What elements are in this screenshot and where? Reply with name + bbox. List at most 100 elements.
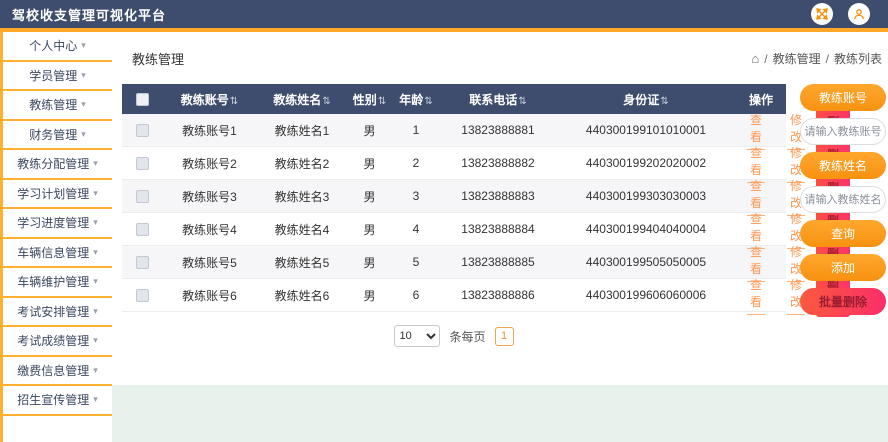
sidebar: 个人中心▾学员管理▾教练管理▾财务管理▾教练分配管理▾学习计划管理▾学习进度管理…	[0, 32, 112, 442]
table-header-row: 教练账号⇅教练姓名⇅性别⇅年龄⇅联系电话⇅身份证⇅操作	[122, 84, 786, 114]
sidebar-item-11[interactable]: 考试成绩管理▾	[3, 327, 112, 357]
sidebar-item-label: 教练分配管理	[17, 155, 89, 172]
row-checkbox[interactable]	[136, 157, 149, 170]
sidebar-item-label: 车辆维护管理	[17, 273, 89, 290]
breadcrumb-item-coach-management[interactable]: 教练管理	[773, 50, 821, 67]
sidebar-item-7[interactable]: 学习进度管理 ▾	[3, 209, 112, 239]
sidebar-item-4[interactable]: 财务管理▾	[3, 121, 112, 151]
sort-icon[interactable]: ⇅	[424, 96, 432, 107]
cell-name: 教练姓名6	[257, 287, 347, 304]
sidebar-item-1[interactable]: 个人中心▾	[3, 32, 112, 62]
sidebar-item-label: 考试成绩管理	[17, 332, 89, 349]
top-bar: 驾校收支管理可视化平台	[0, 0, 888, 28]
row-checkbox-cell	[122, 124, 162, 137]
query-button[interactable]: 查询	[800, 220, 886, 247]
column-header-label: 年龄	[399, 93, 423, 107]
cell-id_card: 440300199202020002	[556, 156, 736, 170]
column-header-label: 性别	[353, 93, 377, 107]
column-header-6[interactable]: 身份证⇅	[556, 91, 736, 108]
page-number-button[interactable]: 1	[495, 327, 514, 346]
sidebar-item-8[interactable]: 车辆信息管理▾	[3, 239, 112, 269]
cell-id_card: 440300199505050005	[556, 255, 736, 269]
column-header-label: 操作	[749, 93, 773, 107]
select-all-checkbox[interactable]	[136, 93, 149, 106]
sidebar-item-label: 教练管理	[29, 96, 77, 113]
sidebar-item-2[interactable]: 学员管理▾	[3, 62, 112, 92]
cell-account: 教练账号5	[162, 254, 257, 271]
chevron-down-icon: ▾	[93, 394, 98, 405]
chevron-down-icon: ▾	[93, 217, 98, 228]
column-header-3[interactable]: 性别⇅	[347, 91, 392, 108]
cell-phone: 13823888881	[440, 123, 556, 137]
row-checkbox[interactable]	[136, 256, 149, 269]
sidebar-item-6[interactable]: 学习计划管理▾	[3, 180, 112, 210]
column-header-label: 联系电话	[469, 93, 517, 107]
table-row: 教练账号6教练姓名6男61382388888644030019960606000…	[122, 279, 786, 312]
cell-gender: 男	[347, 287, 392, 304]
chevron-down-icon: ▾	[93, 306, 98, 317]
column-header-1[interactable]: 教练账号⇅	[162, 91, 257, 108]
sidebar-item-label: 招生宣传管理	[17, 391, 89, 408]
app-title: 驾校收支管理可视化平台	[12, 5, 166, 24]
main-area: 教练管理 ⌂ / 教练管理 / 教练列表 教练账号⇅教练姓名⇅性别⇅年龄⇅联系电…	[112, 32, 888, 442]
cell-phone: 13823888886	[440, 288, 556, 302]
chevron-down-icon: ▾	[81, 40, 86, 51]
chevron-down-icon: ▾	[93, 276, 98, 287]
row-checkbox-cell	[122, 190, 162, 203]
sort-icon[interactable]: ⇅	[660, 96, 668, 107]
batch-delete-button[interactable]: 批量删除	[800, 288, 886, 315]
breadcrumb: ⌂ / 教练管理 / 教练列表	[751, 50, 882, 67]
column-header-4[interactable]: 年龄⇅	[392, 91, 440, 108]
view-link[interactable]: 查看	[747, 275, 765, 315]
cell-age: 1	[392, 123, 440, 137]
chevron-down-icon: ▾	[93, 158, 98, 169]
coach-name-input[interactable]	[800, 186, 886, 213]
user-icon[interactable]	[848, 3, 870, 25]
sort-icon[interactable]: ⇅	[230, 96, 238, 107]
cell-gender: 男	[347, 188, 392, 205]
row-checkbox-cell	[122, 223, 162, 236]
coach-name-label-button[interactable]: 教练姓名	[800, 152, 886, 179]
row-checkbox[interactable]	[136, 190, 149, 203]
sort-icon[interactable]: ⇅	[322, 96, 330, 107]
row-checkbox-cell	[122, 256, 162, 269]
sidebar-item-label: 财务管理	[29, 126, 77, 143]
fullscreen-icon[interactable]	[811, 3, 833, 25]
column-header-5[interactable]: 联系电话⇅	[440, 91, 556, 108]
breadcrumb-item-coach-list[interactable]: 教练列表	[834, 50, 882, 67]
row-checkbox[interactable]	[136, 124, 149, 137]
cell-phone: 13823888883	[440, 189, 556, 203]
cell-gender: 男	[347, 221, 392, 238]
sidebar-item-3[interactable]: 教练管理▾	[3, 91, 112, 121]
cell-account: 教练账号2	[162, 155, 257, 172]
coach-account-label-button[interactable]: 教练账号	[800, 84, 886, 111]
sidebar-item-13[interactable]: 招生宣传管理 ▾	[3, 386, 112, 416]
coach-table: 教练账号⇅教练姓名⇅性别⇅年龄⇅联系电话⇅身份证⇅操作 教练账号1教练姓名1男1…	[122, 84, 786, 347]
topbar-icon-group	[811, 3, 870, 25]
cell-id_card: 440300199404040004	[556, 222, 736, 236]
sidebar-item-12[interactable]: 缴费信息管理▾	[3, 357, 112, 387]
cell-id_card: 440300199606060006	[556, 288, 736, 302]
cell-id_card: 440300199303030003	[556, 189, 736, 203]
home-icon[interactable]: ⌂	[751, 52, 759, 65]
table-row: 教练账号4教练姓名4男41382388888444030019940404000…	[122, 213, 786, 246]
cell-name: 教练姓名2	[257, 155, 347, 172]
sort-icon[interactable]: ⇅	[518, 96, 526, 107]
sidebar-item-5[interactable]: 教练分配管理 ▾	[3, 150, 112, 180]
add-button[interactable]: 添加	[800, 254, 886, 281]
column-header-label: 身份证	[623, 93, 659, 107]
page-size-select[interactable]: 10	[394, 325, 440, 347]
sidebar-item-label: 学员管理	[29, 67, 77, 84]
column-header-label: 教练姓名	[273, 93, 321, 107]
sort-icon[interactable]: ⇅	[378, 96, 386, 107]
sidebar-item-10[interactable]: 考试安排管理▾	[3, 298, 112, 328]
row-checkbox[interactable]	[136, 223, 149, 236]
column-header-7: 操作	[736, 91, 786, 108]
sidebar-item-label: 学习进度管理	[17, 214, 89, 231]
row-checkbox[interactable]	[136, 289, 149, 302]
column-header-2[interactable]: 教练姓名⇅	[257, 91, 347, 108]
cell-age: 4	[392, 222, 440, 236]
coach-account-input[interactable]	[800, 118, 886, 145]
sidebar-item-9[interactable]: 车辆维护管理 ▾	[3, 268, 112, 298]
page-title: 教练管理	[132, 49, 184, 68]
